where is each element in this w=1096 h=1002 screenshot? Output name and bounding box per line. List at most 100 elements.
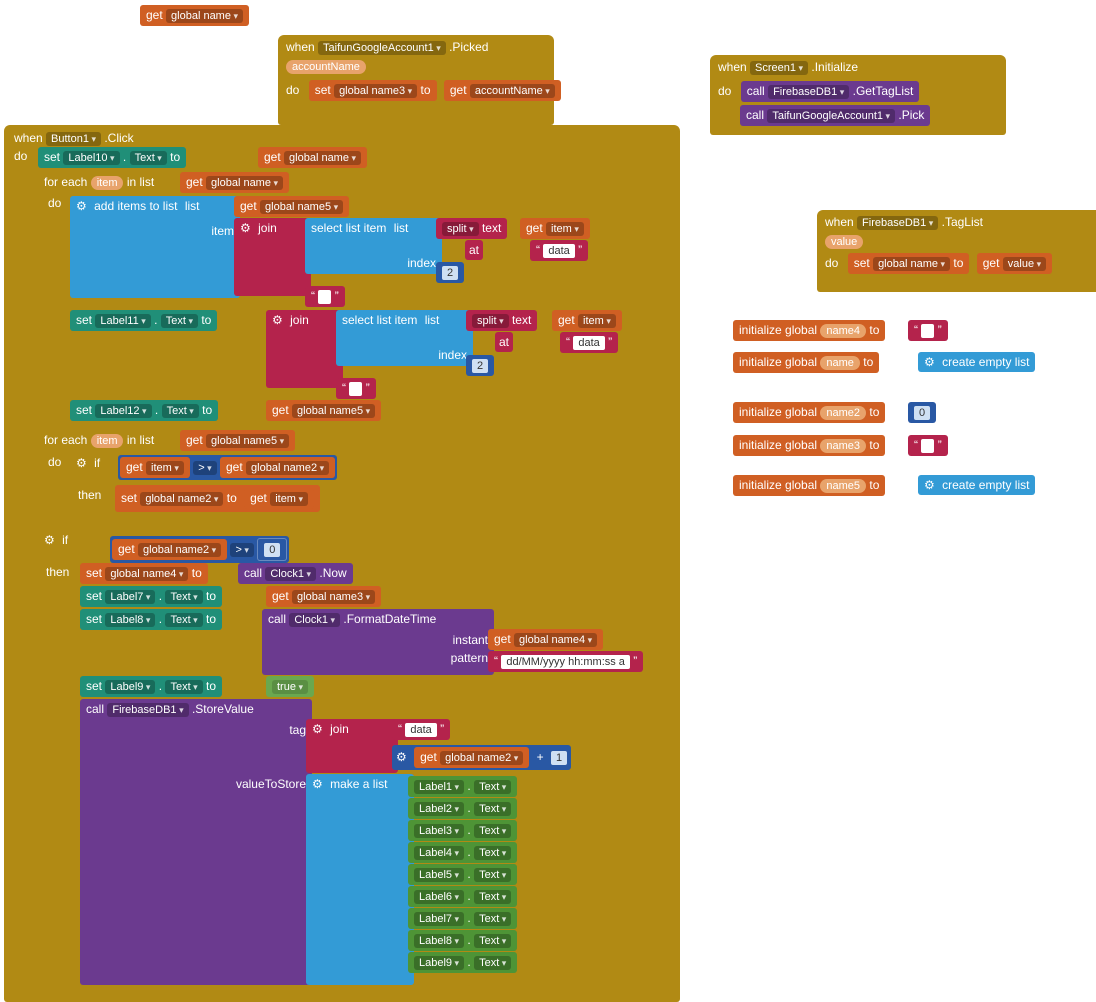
component-dd[interactable]: Label12 (95, 404, 151, 418)
data-str-3[interactable]: “ data ” (392, 719, 450, 740)
plus-block[interactable]: get global name2 + 1 (392, 745, 571, 770)
get-gname4[interactable]: get global name4 (488, 629, 603, 650)
index-2-b[interactable]: 2 (466, 355, 494, 376)
get-gname3[interactable]: get global name3 (266, 586, 381, 607)
init-global-name5[interactable]: initialize global name5 to (733, 475, 885, 496)
number-0[interactable]: 0 (908, 402, 936, 423)
set-gname2-item[interactable]: set global name2 to get item (115, 485, 320, 512)
prop-dd[interactable]: Text (474, 912, 511, 926)
var-name[interactable]: name2 (820, 406, 866, 420)
var-dd[interactable]: value (1003, 257, 1046, 271)
get-gname-list[interactable]: get global name (180, 172, 289, 193)
loop-var[interactable]: item (91, 176, 124, 190)
set-label12[interactable]: set Label12 . Text to (70, 400, 218, 421)
get-gname2-3[interactable]: get global name2 (414, 747, 529, 768)
prop-dd[interactable]: Text (162, 404, 199, 418)
var-name[interactable]: name4 (820, 324, 866, 338)
compare-2[interactable]: get global name2 > 0 (110, 536, 289, 563)
get-item-1[interactable]: get item (520, 218, 590, 239)
var-dd[interactable]: global name3 (292, 590, 375, 604)
empty-str-b[interactable]: “ ” (336, 378, 376, 399)
init-global-name[interactable]: initialize global name to (733, 352, 879, 373)
component-dd[interactable]: FirebaseDB1 (768, 85, 849, 99)
component-dd[interactable]: Label7 (414, 912, 464, 926)
set-gname4[interactable]: set global name4 to (80, 563, 208, 584)
var-name[interactable]: name3 (820, 439, 866, 453)
create-empty-list2[interactable]: create empty list (918, 475, 1035, 495)
join-1[interactable]: join (234, 218, 311, 296)
split-dd[interactable]: split (472, 314, 509, 328)
set-block[interactable]: set global name3 to (309, 80, 437, 101)
param-accountname[interactable]: accountName (286, 60, 366, 74)
op-dd[interactable]: > (193, 461, 216, 475)
taglist-block[interactable]: when FirebaseDB1 .TagList value do set g… (817, 210, 1096, 292)
join-2[interactable]: join (266, 310, 343, 388)
get-gname-1[interactable]: get global name (258, 147, 367, 168)
component-dd[interactable]: Label7 (105, 590, 155, 604)
component-dd[interactable]: Label11 (95, 314, 150, 328)
split-dd[interactable]: split (442, 222, 479, 236)
call-gettaglist[interactable]: call FirebaseDB1 .GetTagList (741, 81, 920, 102)
component-dd[interactable]: Screen1 (750, 61, 808, 75)
var-dd[interactable]: global name4 (514, 633, 597, 647)
prop-dd[interactable]: Text (474, 780, 511, 794)
component-dd[interactable]: Label8 (105, 613, 155, 627)
call-storevalue[interactable]: call FirebaseDB1 .StoreValue tag valueTo… (80, 699, 312, 985)
var-dd[interactable]: global name (284, 151, 361, 165)
var-name[interactable]: name (820, 356, 860, 370)
data-str-2[interactable]: “ data ” (560, 332, 618, 353)
get-gname2-2[interactable]: get global name2 (112, 539, 227, 560)
var-dd[interactable]: global name (873, 257, 950, 271)
set-label9[interactable]: set Label9 . Text to (80, 676, 222, 697)
var-dd[interactable]: item (546, 222, 584, 236)
var-dd[interactable]: global name5 (260, 200, 343, 214)
var-dd[interactable]: global name (206, 176, 283, 190)
at-1[interactable]: at (465, 240, 483, 260)
get-item-3[interactable]: get item (120, 457, 190, 478)
component-dd[interactable]: Label4 (414, 846, 464, 860)
get-gname5-list[interactable]: get global name5 (234, 196, 349, 217)
string-value[interactable]: data (405, 723, 436, 737)
string-value[interactable]: dd/MM/yyyy hh:mm:ss a (501, 655, 630, 669)
component-dd[interactable]: Label8 (414, 934, 464, 948)
string-value[interactable] (921, 439, 934, 453)
initialize-block[interactable]: when Screen1 .Initialize do call Firebas… (710, 55, 1006, 135)
label8-text[interactable]: Label8 . Text (408, 930, 517, 951)
var-dd[interactable]: global name2 (140, 492, 223, 506)
get-gname5-2[interactable]: get global name5 (266, 400, 381, 421)
select-list-1[interactable]: select list item list index (305, 218, 442, 274)
set-label7[interactable]: set Label7 . Text to (80, 586, 222, 607)
var-dd[interactable]: global name2 (246, 461, 329, 475)
string-empty1[interactable]: “ ” (908, 320, 948, 341)
component-dd[interactable]: Clock1 (289, 613, 340, 627)
join-tag[interactable]: join (306, 719, 398, 773)
get-value[interactable]: get value (977, 253, 1052, 274)
string-value[interactable] (349, 382, 362, 396)
prop-dd[interactable]: Text (474, 956, 511, 970)
prop-dd[interactable]: Text (161, 314, 198, 328)
component-dd[interactable]: Label9 (105, 680, 155, 694)
prop-dd[interactable]: Text (165, 590, 202, 604)
num-value[interactable]: 2 (442, 266, 458, 280)
num-value[interactable]: 0 (914, 406, 930, 420)
var-dd[interactable]: global name4 (105, 567, 188, 581)
set-label11[interactable]: set Label11 . Text to (70, 310, 217, 331)
string-value[interactable]: data (543, 244, 574, 258)
var-dd[interactable]: global name (166, 9, 243, 23)
call-clock-now[interactable]: call Clock1 .Now (238, 563, 353, 584)
data-str-1[interactable]: “ data ” (530, 240, 588, 261)
set-global-name[interactable]: set global name to (848, 253, 970, 274)
component-dd[interactable]: Label6 (414, 890, 464, 904)
add-items-block[interactable]: add items to list list item (70, 196, 240, 298)
component-dd[interactable]: FirebaseDB1 (107, 703, 188, 717)
var-dd[interactable]: item (146, 461, 184, 475)
param-value[interactable]: value (825, 235, 863, 249)
label1-text[interactable]: Label1 . Text (408, 776, 517, 797)
component-dd[interactable]: Label10 (63, 151, 119, 165)
true-block[interactable]: true (266, 676, 314, 697)
get-gname2-1[interactable]: get global name2 (220, 457, 335, 478)
label5-text[interactable]: Label5 . Text (408, 864, 517, 885)
component-dd[interactable]: Button1 (46, 132, 101, 146)
var-dd[interactable]: item (270, 492, 308, 506)
label2-text[interactable]: Label2 . Text (408, 798, 517, 819)
